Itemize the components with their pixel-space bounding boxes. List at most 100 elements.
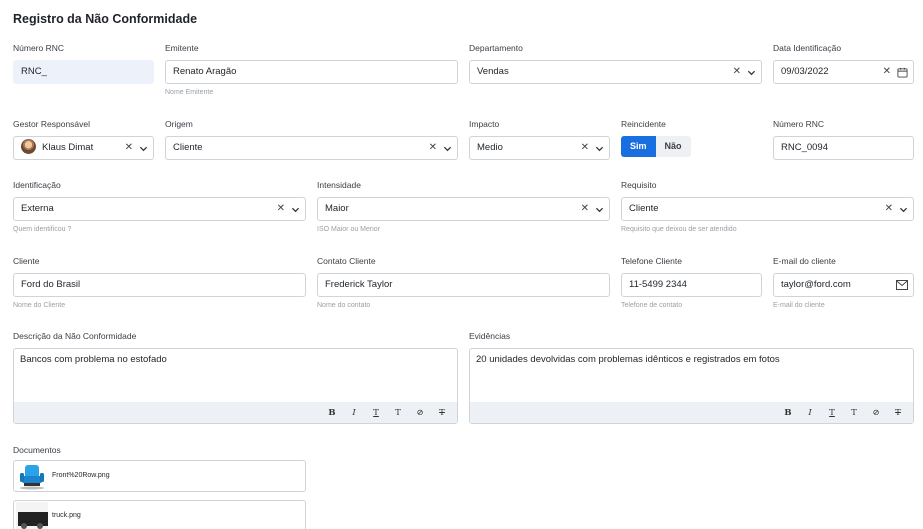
descricao-label: Descrição da Não Conformidade <box>13 331 137 341</box>
identificacao-select[interactable]: Externa ✕ <box>13 197 306 221</box>
truck-image-icon <box>16 502 48 529</box>
email-field: E-mail do cliente taylor@ford.com E-mail… <box>773 255 914 310</box>
descricao-toolbar: B I T T ⊘ T <box>14 402 457 423</box>
chevron-down-icon[interactable] <box>291 205 300 214</box>
evidencias-editor[interactable]: 20 unidades devolvidas com problemas idê… <box>469 348 914 424</box>
numero-rnc-field: Número RNC RNC_ <box>13 42 154 84</box>
intensidade-hint: ISO Maior ou Menor <box>317 226 381 233</box>
descricao-field: Descrição da Não Conformidade Bancos com… <box>13 330 458 424</box>
superscript-button[interactable]: T <box>392 408 404 418</box>
reincidente-sim-button[interactable]: Sim <box>621 136 656 157</box>
contato-field: Contato Cliente Frederick Taylor Nome do… <box>317 255 610 310</box>
requisito-select[interactable]: Cliente ✕ <box>621 197 914 221</box>
gestor-field: Gestor Responsável Klaus Dimat ✕ <box>13 118 154 160</box>
strike-button[interactable]: T <box>892 408 904 418</box>
identificacao-field: Identificação Externa ✕ Quem identificou… <box>13 179 306 234</box>
document-item[interactable]: truck.png <box>13 500 306 529</box>
origem-field: Origem Cliente ✕ <box>165 118 458 160</box>
clear-icon[interactable]: ✕ <box>125 137 133 159</box>
seat-image-icon <box>20 465 44 490</box>
clear-icon[interactable]: ✕ <box>883 61 891 83</box>
cliente-label: Cliente <box>13 256 40 266</box>
data-identificacao-label: Data Identificação <box>773 43 842 53</box>
gestor-label: Gestor Responsável <box>13 119 91 129</box>
document-name[interactable]: truck.png <box>52 512 81 519</box>
reincidente-toggle: Sim Não <box>621 136 762 157</box>
email-hint: E-mail do cliente <box>773 302 825 309</box>
numero-rnc-input[interactable]: RNC_ <box>13 60 154 84</box>
reincidente-nao-button[interactable]: Não <box>655 136 691 157</box>
document-item[interactable]: Front%20Row.png <box>13 460 306 492</box>
contato-label: Contato Cliente <box>317 256 376 266</box>
italic-button[interactable]: I <box>348 408 360 418</box>
clear-icon[interactable]: ✕ <box>277 198 285 220</box>
intensidade-field: Intensidade Maior ✕ ISO Maior ou Menor <box>317 179 610 234</box>
clear-icon[interactable]: ✕ <box>733 61 741 83</box>
document-name[interactable]: Front%20Row.png <box>52 472 110 479</box>
numero-rnc2-label: Número RNC <box>773 119 825 129</box>
evidencias-text[interactable]: 20 unidades devolvidas com problemas idê… <box>470 349 913 370</box>
superscript-button[interactable]: T <box>848 408 860 418</box>
origem-value: Cliente <box>173 142 203 153</box>
requisito-value: Cliente <box>629 203 659 214</box>
avatar <box>21 138 36 154</box>
impacto-select[interactable]: Medio ✕ <box>469 136 610 160</box>
origem-select[interactable]: Cliente ✕ <box>165 136 458 160</box>
intensidade-label: Intensidade <box>317 180 361 190</box>
cliente-input[interactable]: Ford do Brasil <box>13 273 306 297</box>
identificacao-hint: Quem identificou ? <box>13 226 72 233</box>
clear-icon[interactable]: ✕ <box>581 137 589 159</box>
impacto-label: Impacto <box>469 119 500 129</box>
clear-format-button[interactable]: T <box>826 408 838 418</box>
telefone-label: Telefone Cliente <box>621 256 682 266</box>
intensidade-select[interactable]: Maior ✕ <box>317 197 610 221</box>
bold-button[interactable]: B <box>782 408 794 418</box>
strike-button[interactable]: T <box>436 408 448 418</box>
impacto-value: Medio <box>477 142 503 153</box>
impacto-field: Impacto Medio ✕ <box>469 118 610 160</box>
contato-input[interactable]: Frederick Taylor <box>317 273 610 297</box>
chevron-down-icon[interactable] <box>595 144 604 153</box>
emitente-field: Emitente Renato Aragão Nome Emitente <box>165 42 458 97</box>
clear-format-button[interactable]: T <box>370 408 382 418</box>
departamento-select[interactable]: Vendas ✕ <box>469 60 762 84</box>
telefone-hint: Telefone de contato <box>621 302 683 309</box>
chevron-down-icon[interactable] <box>443 144 452 153</box>
requisito-label: Requisito <box>621 180 657 190</box>
cliente-field: Cliente Ford do Brasil Nome do Cliente <box>13 255 306 310</box>
evidencias-field: Evidências 20 unidades devolvidas com pr… <box>469 330 914 424</box>
emitente-input[interactable]: Renato Aragão <box>165 60 458 84</box>
chevron-down-icon[interactable] <box>139 144 148 153</box>
gestor-select[interactable]: Klaus Dimat ✕ <box>13 136 154 160</box>
chevron-down-icon[interactable] <box>595 205 604 214</box>
origem-label: Origem <box>165 119 193 129</box>
bold-button[interactable]: B <box>326 408 338 418</box>
evidencias-label: Evidências <box>469 331 511 341</box>
identificacao-label: Identificação <box>13 180 61 190</box>
link-button[interactable]: ⊘ <box>414 408 426 418</box>
descricao-text[interactable]: Bancos com problema no estofado <box>14 349 457 370</box>
email-value: taylor@ford.com <box>781 279 851 290</box>
clear-icon[interactable]: ✕ <box>429 137 437 159</box>
evidencias-toolbar: B I T T ⊘ T <box>470 402 913 423</box>
chevron-down-icon[interactable] <box>899 205 908 214</box>
identificacao-value: Externa <box>21 203 54 214</box>
numero-rnc-label: Número RNC <box>13 43 65 53</box>
chevron-down-icon[interactable] <box>747 68 756 77</box>
link-button[interactable]: ⊘ <box>870 408 882 418</box>
numero-rnc2-input[interactable]: RNC_0094 <box>773 136 914 160</box>
data-identificacao-value: 09/03/2022 <box>781 66 829 77</box>
clear-icon[interactable]: ✕ <box>581 198 589 220</box>
email-input[interactable]: taylor@ford.com <box>773 273 914 297</box>
clear-icon[interactable]: ✕ <box>885 198 893 220</box>
descricao-editor[interactable]: Bancos com problema no estofado B I T T … <box>13 348 458 424</box>
italic-button[interactable]: I <box>804 408 816 418</box>
calendar-icon[interactable] <box>897 67 908 78</box>
gestor-value: Klaus Dimat <box>42 142 94 153</box>
data-identificacao-field: Data Identificação 09/03/2022 ✕ <box>773 42 914 84</box>
documentos-label: Documentos <box>13 445 61 455</box>
departamento-value: Vendas <box>477 66 509 77</box>
data-identificacao-input[interactable]: 09/03/2022 ✕ <box>773 60 914 84</box>
contato-hint: Nome do contato <box>317 302 371 309</box>
telefone-input[interactable]: 11-5499 2344 <box>621 273 762 297</box>
